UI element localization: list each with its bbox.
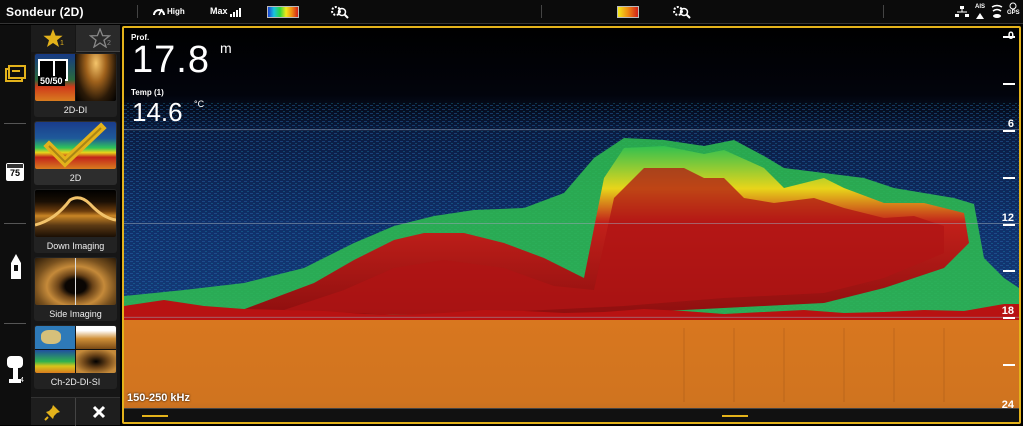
color-palette-indicator-2[interactable]: [617, 6, 639, 18]
close-icon[interactable]: [92, 405, 106, 419]
color-palette-indicator[interactable]: [267, 6, 299, 18]
scroll-marker-right[interactable]: [722, 415, 748, 417]
view-thumb-2d[interactable]: 2D: [34, 121, 117, 185]
divider: [4, 123, 26, 124]
view-preview-side-imaging: [35, 258, 116, 305]
depth-value[interactable]: 17.8: [132, 38, 210, 82]
depth-scale-minor-tick: [1003, 364, 1015, 367]
boat-icon[interactable]: [9, 253, 23, 281]
range-label[interactable]: Max: [210, 6, 228, 16]
view-thumb-ch-2d-di-si[interactable]: Ch-2D-DI-SI: [34, 325, 117, 389]
view-label-ch-2d-di-si: Ch-2D-DI-SI: [50, 377, 101, 387]
page-title: Sondeur (2D): [6, 5, 84, 19]
status-bar: Sondeur (2D) High Max AIS GPS: [0, 0, 1023, 24]
tab-all-views[interactable]: 2: [76, 25, 120, 52]
view-label-2d-di: 2D-DI: [63, 105, 88, 115]
down-imaging-bottom-trace: [35, 196, 116, 227]
scroll-marker-left[interactable]: [142, 415, 168, 417]
divider: [137, 5, 138, 18]
sensitivity-icon[interactable]: [152, 4, 166, 18]
view-preview-down-imaging: [35, 190, 116, 237]
depth-scale-tick: [1003, 36, 1015, 38]
sonar-view[interactable]: Prof. 17.8 m Temp (1) 14.6 °C 06121824 1…: [122, 26, 1021, 424]
temperature-icon[interactable]: 75: [6, 163, 24, 181]
depth-scale-label: 12: [1001, 211, 1014, 224]
divider: [883, 5, 884, 18]
gps-label[interactable]: GPS: [1007, 10, 1020, 16]
depth-scale-label: 18: [1001, 305, 1014, 318]
depth-scale-tick: [1003, 317, 1015, 320]
panel-footer: [31, 397, 120, 426]
sensitivity-label[interactable]: High: [167, 7, 185, 16]
view-preview-2d: [35, 122, 116, 169]
pin-icon[interactable]: [44, 403, 62, 421]
depth-scale-minor-tick: [1003, 176, 1015, 179]
depth-scale-minor-tick: [1003, 82, 1015, 85]
view-thumb-2d-di[interactable]: 50/50 2D-DI: [34, 53, 117, 117]
checkmark-icon: [43, 122, 107, 168]
depth-unit: m: [220, 40, 232, 56]
network-icon[interactable]: [955, 5, 969, 19]
seabed-fill: [124, 320, 1019, 422]
other-tab-badge: 2: [107, 40, 111, 47]
divider: [4, 323, 26, 324]
temperature-icon-text: 75: [9, 168, 20, 178]
view-label-down-imaging: Down Imaging: [46, 241, 105, 251]
temp-value[interactable]: 14.6: [132, 96, 183, 128]
sonar-status-icon[interactable]: [991, 4, 1003, 20]
view-thumb-side-imaging[interactable]: Side Imaging: [34, 257, 117, 321]
gps-icon: [1009, 2, 1017, 10]
left-toolbar: 75 4: [0, 25, 31, 425]
depth-scale-label: 6: [1007, 117, 1014, 130]
view-thumb-down-imaging[interactable]: Down Imaging: [34, 189, 117, 253]
ais-label[interactable]: AIS: [975, 4, 985, 10]
frequency-label[interactable]: 150-250 kHz: [127, 392, 190, 404]
view-label-2d: 2D: [69, 173, 82, 183]
divider: [541, 5, 542, 18]
temp-unit: °C: [194, 99, 205, 109]
depth-scale: 06121824: [991, 28, 1019, 422]
depth-scale-tick: [1003, 129, 1015, 132]
view-label-side-imaging: Side Imaging: [49, 309, 102, 319]
view-preview-ch-2d-di-si: [35, 326, 116, 373]
views-panel: 1 2 50/50 2D-DI 2D Down Imaging Side Ima…: [31, 25, 120, 426]
sonar-echogram[interactable]: [124, 28, 1019, 422]
favorites-tab-badge: 1: [60, 40, 64, 47]
history-scrollbar[interactable]: [124, 408, 1019, 422]
settings-zoom-icon[interactable]: [330, 4, 350, 20]
settings-zoom-icon-2[interactable]: [672, 4, 692, 20]
divider: [75, 398, 76, 426]
depth-scale-tick: [1003, 223, 1015, 226]
divider: [4, 223, 26, 224]
depth-scale-minor-tick: [1003, 270, 1015, 273]
split-ratio-label: 50/50: [38, 76, 65, 86]
signal-bars-icon: [230, 8, 241, 17]
motor-badge: 4: [20, 377, 24, 384]
chart-cards-icon[interactable]: [5, 65, 27, 83]
ais-icon: [976, 13, 984, 19]
tab-favorites[interactable]: 1: [31, 25, 75, 52]
